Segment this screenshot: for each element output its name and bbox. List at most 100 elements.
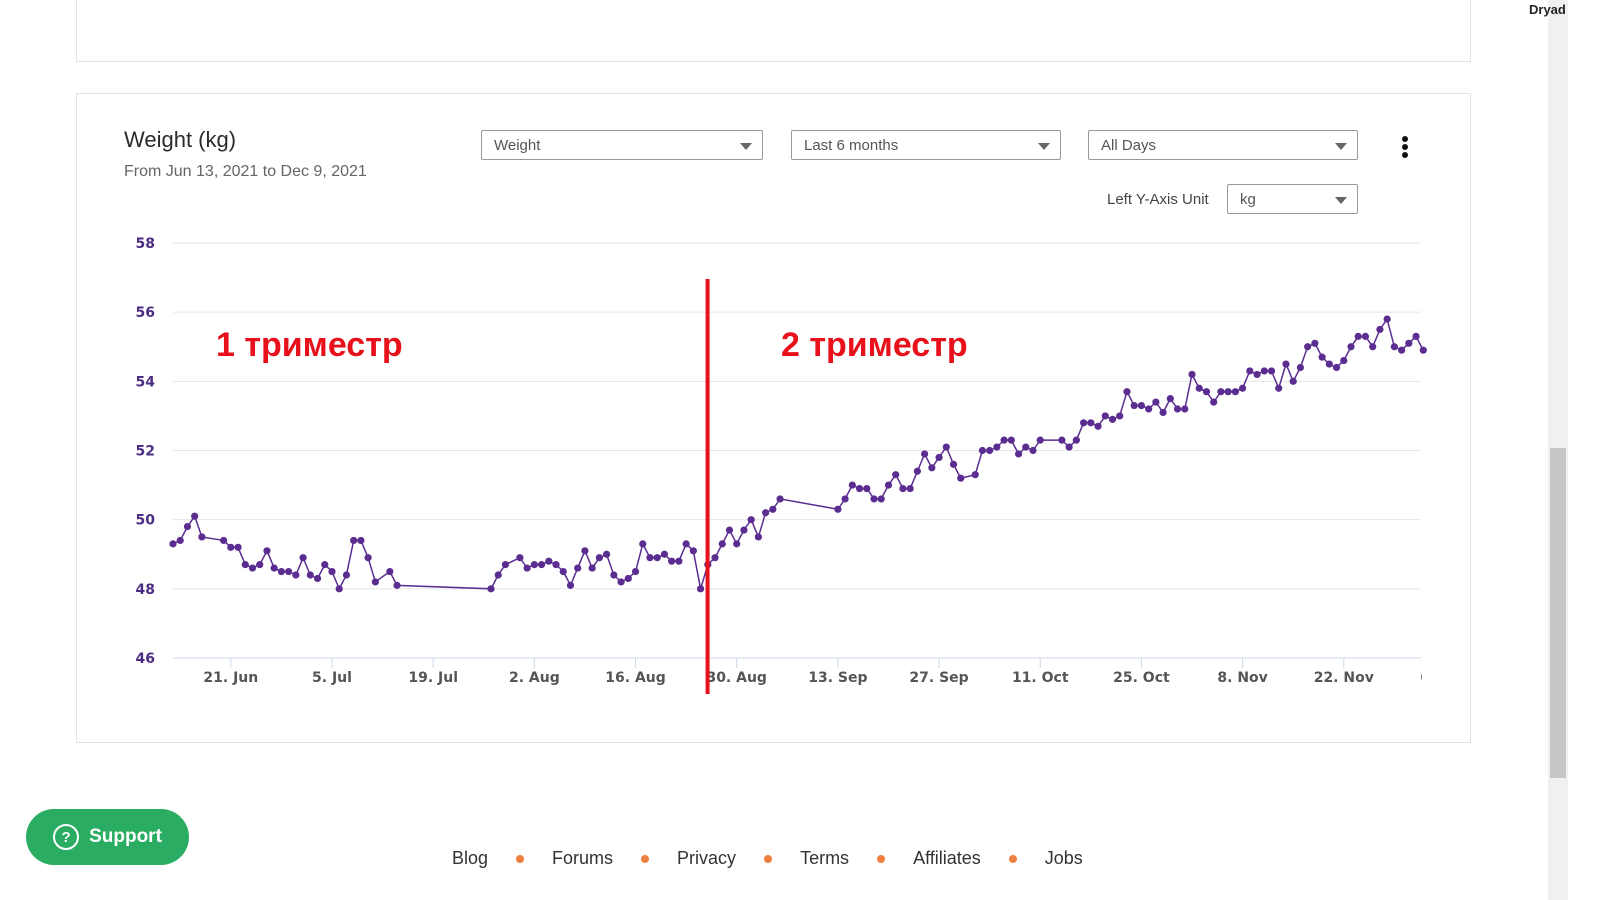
- data-point: [762, 509, 770, 517]
- data-point: [1072, 436, 1080, 444]
- data-point: [1202, 388, 1211, 396]
- data-point: [595, 554, 603, 562]
- data-point: [776, 495, 784, 503]
- data-point: [523, 564, 531, 572]
- data-point: [1123, 388, 1131, 396]
- x-tick-label: 25. Oct: [1113, 670, 1170, 686]
- footer-link-privacy[interactable]: Privacy: [677, 848, 736, 869]
- x-tick-label: 8. Nov: [1217, 670, 1267, 686]
- data-point: [1412, 332, 1420, 340]
- footer-link-jobs[interactable]: Jobs: [1045, 848, 1083, 869]
- data-point: [1087, 419, 1095, 427]
- data-point: [675, 557, 683, 565]
- separator-dot: [641, 854, 650, 863]
- data-point: [971, 471, 979, 479]
- data-point: [689, 547, 697, 555]
- data-point: [855, 484, 864, 493]
- scrollbar-thumb[interactable]: [1550, 448, 1566, 778]
- x-tick-label: 11. Oct: [1012, 670, 1069, 686]
- data-point: [624, 574, 632, 583]
- separator-dot: [516, 854, 525, 863]
- data-point: [733, 540, 741, 548]
- data-point: [921, 450, 929, 458]
- data-point: [1383, 315, 1391, 323]
- data-point: [292, 571, 300, 579]
- data-point: [227, 543, 235, 551]
- x-tick-label: 5. Jul: [312, 670, 352, 686]
- data-point: [321, 561, 329, 569]
- data-point: [631, 567, 640, 576]
- data-point: [1296, 363, 1305, 372]
- y-tick-label: 58: [136, 236, 155, 252]
- data-point: [740, 526, 748, 534]
- data-point: [1419, 346, 1427, 354]
- data-point: [494, 571, 502, 579]
- data-point: [1116, 412, 1124, 420]
- data-point: [574, 564, 582, 572]
- data-point: [1152, 398, 1160, 406]
- data-point: [928, 464, 936, 472]
- x-tick-label: 30. Aug: [706, 670, 767, 686]
- data-point: [357, 536, 365, 545]
- data-point: [682, 540, 690, 548]
- data-point: [335, 585, 343, 593]
- data-point: [277, 567, 286, 576]
- x-tick-label: 6. Dec: [1420, 670, 1469, 686]
- data-point: [646, 554, 654, 562]
- data-point: [1181, 405, 1189, 413]
- data-point: [1036, 436, 1044, 444]
- data-point: [617, 578, 625, 586]
- data-point: [328, 567, 336, 576]
- data-point: [501, 561, 510, 569]
- data-point: [1231, 388, 1239, 396]
- data-point: [957, 474, 965, 482]
- y-tick-label: 48: [136, 582, 155, 598]
- data-point: [754, 533, 762, 541]
- data-point: [725, 526, 734, 534]
- support-button[interactable]: ? Support: [26, 809, 189, 865]
- data-point: [1304, 343, 1312, 351]
- data-point: [552, 561, 560, 569]
- data-point: [1369, 343, 1377, 351]
- data-point: [566, 581, 575, 589]
- footer-link-affiliates[interactable]: Affiliates: [913, 848, 981, 869]
- data-point: [718, 540, 726, 548]
- data-point: [660, 550, 669, 558]
- data-point: [668, 557, 676, 565]
- data-point: [1094, 422, 1102, 430]
- separator-dot: [764, 854, 773, 863]
- data-point: [299, 554, 307, 562]
- data-point: [1318, 353, 1326, 361]
- footer-link-terms[interactable]: Terms: [800, 848, 849, 869]
- data-point: [1238, 384, 1247, 392]
- data-point: [978, 446, 987, 455]
- data-point: [942, 443, 950, 451]
- data-point: [1376, 325, 1384, 334]
- data-point: [1246, 367, 1254, 375]
- data-point: [1108, 415, 1117, 423]
- data-point: [581, 547, 589, 555]
- data-point: [848, 481, 856, 489]
- data-point: [1065, 443, 1073, 451]
- data-point: [610, 571, 618, 579]
- user-name[interactable]: Dryad: [1529, 2, 1566, 17]
- data-point: [234, 543, 242, 551]
- x-tick-label: 2. Aug: [509, 670, 560, 686]
- x-tick-label: 13. Sep: [808, 670, 867, 686]
- data-point: [1022, 443, 1030, 451]
- data-point: [841, 495, 849, 503]
- data-point: [1159, 408, 1167, 417]
- data-point: [306, 571, 314, 579]
- data-point: [747, 516, 755, 524]
- data-point: [899, 484, 907, 493]
- data-point: [1354, 332, 1362, 340]
- footer-link-blog[interactable]: Blog: [452, 848, 488, 869]
- x-tick-label: 27. Sep: [909, 670, 968, 686]
- data-point: [559, 567, 567, 576]
- data-point: [603, 550, 611, 558]
- data-point: [935, 453, 943, 462]
- data-point: [1173, 405, 1182, 413]
- data-point: [248, 564, 257, 572]
- footer-link-forums[interactable]: Forums: [552, 848, 613, 869]
- data-point: [1014, 450, 1023, 458]
